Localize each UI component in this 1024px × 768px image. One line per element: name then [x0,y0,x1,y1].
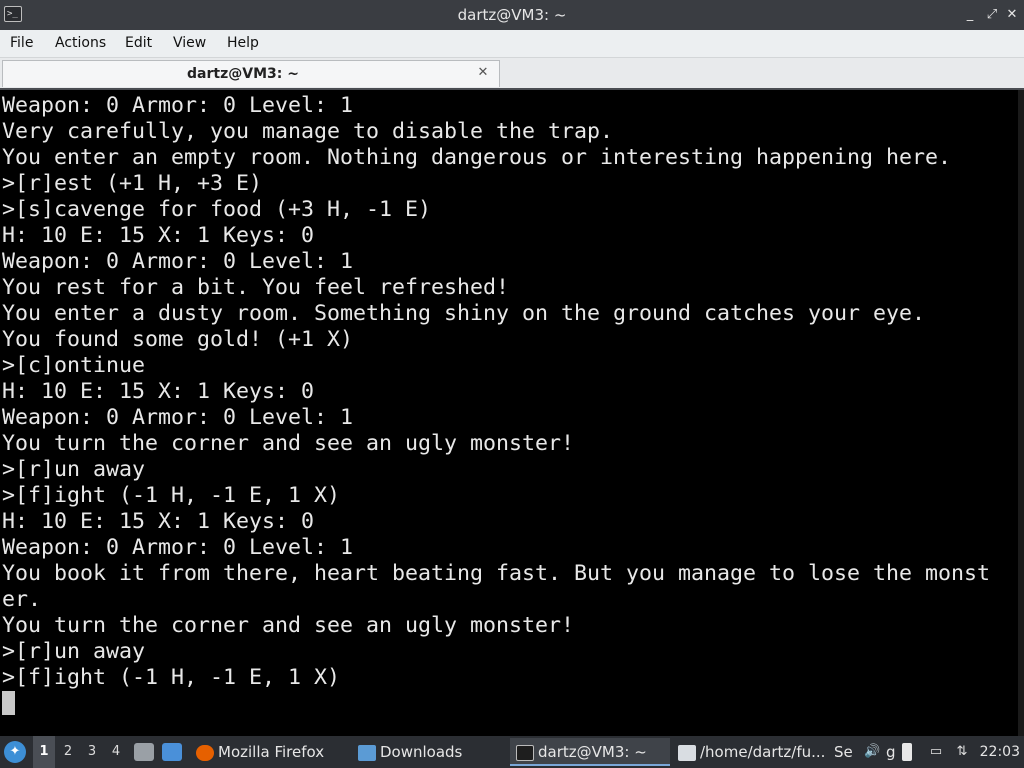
terminal-line: >[f]ight (-1 H, -1 E, 1 X) [2,483,341,508]
start-menu-icon: ✦ [9,744,21,759]
terminal-scrollbar[interactable] [1018,90,1024,736]
tab-label: dartz@VM3: ~ [187,66,299,82]
terminal-line: H: 10 E: 15 X: 1 Keys: 0 [2,509,315,534]
close-button[interactable]: ✕ [1004,7,1020,23]
terminal-cursor [2,691,15,715]
network-icon[interactable]: ⇅ [954,744,970,760]
task-settings-label: Se [834,743,853,761]
terminal-line: Weapon: 0 Armor: 0 Level: 1 [2,405,354,430]
task-text-editor[interactable]: /home/dartz/fu... [672,738,832,766]
task-text-editor-label: /home/dartz/fu... [700,743,826,761]
tab-terminal[interactable]: dartz@VM3: ~ ✕ [2,60,500,87]
terminal-line: You found some gold! (+1 X) [2,327,354,352]
menu-actions[interactable]: Actions [55,30,106,57]
menu-edit[interactable]: Edit [125,30,152,57]
firefox-icon [196,744,214,761]
tab-close-icon[interactable]: ✕ [475,65,491,81]
menu-help[interactable]: Help [227,30,259,57]
task-other-label: g [886,743,896,761]
menu-bar: File Actions Edit View Help [0,30,1024,58]
task-downloads[interactable]: Downloads [352,738,508,766]
display-icon[interactable]: ▭ [928,744,944,760]
file-manager-launcher-icon[interactable] [134,743,154,761]
terminal-line: >[s]cavenge for food (+3 H, -1 E) [2,197,432,222]
task-other[interactable]: g [886,738,900,766]
task-terminal[interactable]: dartz@VM3: ~ [510,738,670,766]
task-downloads-label: Downloads [380,743,463,761]
terminal-line: You book it from there, heart beating fa… [2,561,991,586]
task-firefox-label: Mozilla Firefox [218,743,325,761]
terminal-line: You enter a dusty room. Something shiny … [2,301,926,326]
terminal-icon [516,744,534,761]
volume-icon[interactable]: 🔊 [864,744,880,760]
window-title: dartz@VM3: ~ [457,6,567,24]
show-desktop-icon[interactable] [162,743,182,761]
terminal-line: Weapon: 0 Armor: 0 Level: 1 [2,535,354,560]
start-menu-button[interactable]: ✦ [4,741,26,763]
terminal-line: You enter an empty room. Nothing dangero… [2,145,952,170]
terminal-line: You rest for a bit. You feel refreshed! [2,275,510,300]
terminal-line: >[r]un away [2,639,146,664]
task-settings[interactable]: Se [834,738,860,766]
minimize-button[interactable]: _ [962,7,978,23]
workspace-3[interactable]: 3 [81,736,103,768]
folder-icon [358,744,376,761]
task-firefox[interactable]: Mozilla Firefox [190,738,350,766]
clipboard-icon[interactable] [902,743,912,761]
workspace-2[interactable]: 2 [57,736,79,768]
terminal-output[interactable]: Weapon: 0 Armor: 0 Level: 1 Very carefull… [0,88,1024,736]
tab-bar: dartz@VM3: ~ ✕ [0,58,1024,88]
terminal-line: You turn the corner and see an ugly mons… [2,613,575,638]
terminal-line: >[c]ontinue [2,353,146,378]
window-titlebar[interactable]: >_ dartz@VM3: ~ _ ⤢ ✕ [0,0,1024,30]
terminal-line: H: 10 E: 15 X: 1 Keys: 0 [2,223,315,248]
terminal-line: You turn the corner and see an ugly mons… [2,431,575,456]
workspace-1[interactable]: 1 [33,736,55,768]
maximize-button[interactable]: ⤢ [984,7,1000,23]
clock[interactable]: 22:03 [980,736,1020,768]
terminal-line: >[f]ight (-1 H, -1 E, 1 X) [2,665,341,690]
task-terminal-label: dartz@VM3: ~ [538,743,647,761]
terminal-line: >[r]un away [2,457,146,482]
terminal-line: H: 10 E: 15 X: 1 Keys: 0 [2,379,315,404]
terminal-line: >[r]est (+1 H, +3 E) [2,171,263,196]
text-editor-icon [678,744,696,761]
workspace-4[interactable]: 4 [105,736,127,768]
menu-view[interactable]: View [173,30,206,57]
terminal-line: Very carefully, you manage to disable th… [2,119,614,144]
taskbar: ✦ 1 2 3 4 Mozilla Firefox Downloads dart… [0,736,1024,768]
terminal-line: Weapon: 0 Armor: 0 Level: 1 [2,93,354,118]
terminal-line: Weapon: 0 Armor: 0 Level: 1 [2,249,354,274]
menu-file[interactable]: File [10,30,33,57]
terminal-line: er. [2,587,42,612]
terminal-lines: Weapon: 0 Armor: 0 Level: 1 Very carefull… [2,93,990,691]
